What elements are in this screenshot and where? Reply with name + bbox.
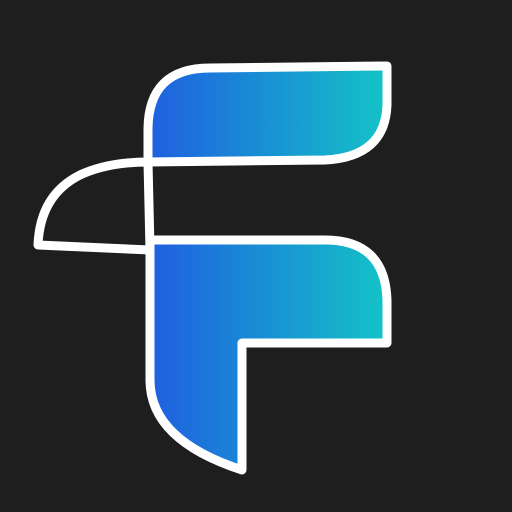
f-top-arm (143, 61, 392, 167)
f-logo-icon (0, 0, 512, 512)
